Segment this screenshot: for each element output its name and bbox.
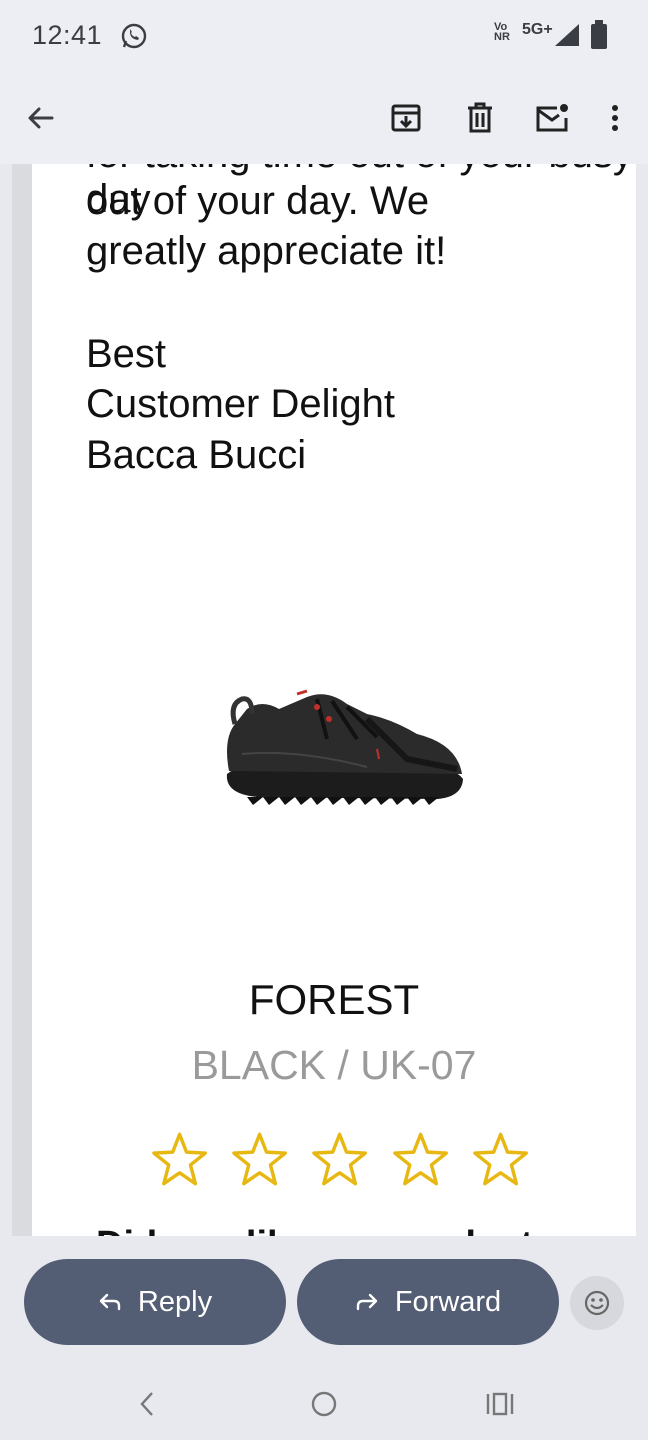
- network-nr-label: NR: [494, 31, 510, 43]
- email-toolbar: [0, 72, 648, 164]
- network-indicator: Vo NR: [494, 22, 510, 43]
- forward-icon: [356, 1293, 378, 1311]
- more-options-icon: [612, 105, 618, 131]
- nav-back-icon: [140, 1392, 153, 1416]
- reply-icon: [99, 1293, 121, 1311]
- product-variant: BLACK / UK-07: [191, 1042, 477, 1088]
- status-bar: 12:41 Vo NR 5G+: [0, 0, 648, 72]
- email-text-line: out of your day. We: [86, 179, 430, 223]
- back-arrow-icon: [28, 107, 54, 129]
- network-type: 5G+: [522, 21, 553, 38]
- more-options-button[interactable]: [593, 96, 637, 140]
- signoff-line: Best: [86, 332, 167, 376]
- archive-button[interactable]: [384, 96, 428, 140]
- product-name: FOREST: [248, 976, 420, 1023]
- reply-label: Reply: [137, 1285, 213, 1318]
- emoji-icon: [584, 1290, 610, 1316]
- rating-star-2[interactable]: [230, 1130, 289, 1190]
- scroll-gutter: [12, 164, 32, 1236]
- mark-unread-icon: [536, 104, 568, 132]
- nav-back-button[interactable]: [127, 1380, 167, 1428]
- signoff-line: Bacca Bucci: [86, 433, 307, 477]
- signoff-line: Customer Delight: [86, 382, 396, 426]
- rating-star-5[interactable]: [471, 1130, 530, 1190]
- forward-label: Forward: [394, 1285, 502, 1318]
- rating-star-1[interactable]: [150, 1130, 209, 1190]
- signal-icon: [555, 24, 579, 46]
- nav-recents-button[interactable]: [480, 1380, 520, 1428]
- nav-home-icon: [311, 1391, 337, 1417]
- nav-recents-icon: [486, 1392, 514, 1416]
- forward-button[interactable]: Forward: [297, 1259, 559, 1345]
- rating-star-4[interactable]: [391, 1130, 450, 1190]
- product-image[interactable]: [217, 679, 467, 814]
- archive-icon: [391, 104, 421, 132]
- whatsapp-icon: [121, 23, 147, 49]
- content-margin: [636, 164, 648, 1236]
- email-body[interactable]: for taking time out of your busy day out…: [32, 164, 636, 1236]
- emoji-reaction-button[interactable]: [570, 1276, 624, 1330]
- email-text-line: greatly appreciate it!: [86, 229, 447, 273]
- email-text-cut-line: Did you like our product: [96, 1224, 533, 1236]
- delete-icon: [468, 102, 492, 133]
- nav-home-button[interactable]: [304, 1380, 344, 1428]
- rating-star-3[interactable]: [310, 1130, 369, 1190]
- rating-stars: [150, 1130, 530, 1190]
- back-button[interactable]: [19, 96, 63, 140]
- status-time: 12:41: [32, 20, 103, 50]
- reply-button[interactable]: Reply: [24, 1259, 286, 1345]
- battery-icon: [591, 20, 607, 49]
- mark-unread-button[interactable]: [530, 96, 574, 140]
- delete-button[interactable]: [458, 96, 502, 140]
